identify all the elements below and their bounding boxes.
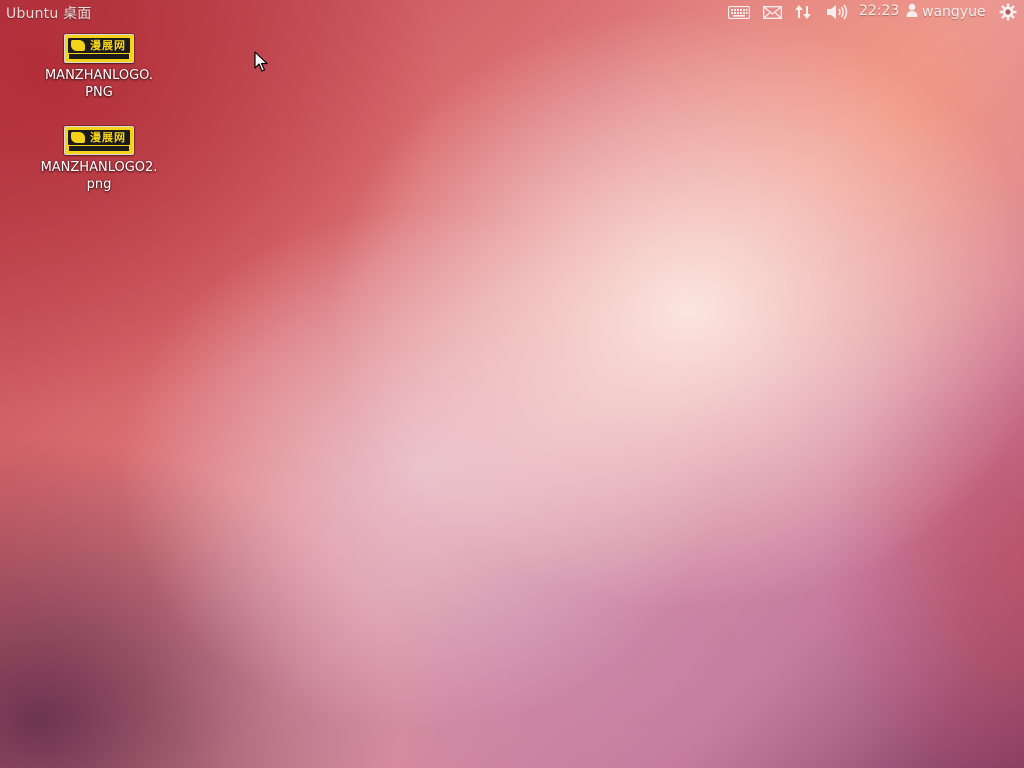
clock[interactable]: 22:23 — [859, 3, 899, 19]
keyboard-icon[interactable] — [727, 2, 751, 22]
desktop-background[interactable]: Ubuntu 桌面 22:23 wangyue 漫展网 MANZHANLOGO.… — [0, 0, 1024, 768]
image-thumbnail-icon: 漫展网 — [64, 34, 134, 63]
speaker-icon[interactable] — [825, 2, 849, 22]
top-panel: Ubuntu 桌面 22:23 wangyue — [0, 0, 1024, 24]
image-thumbnail-icon: 漫展网 — [64, 126, 134, 155]
desktop-icon-manzhanlogo-png[interactable]: 漫展网 MANZHANLOGO. PNG — [31, 34, 167, 101]
app-title[interactable]: Ubuntu 桌面 — [6, 3, 92, 23]
user-name: wangyue — [922, 4, 986, 20]
gear-icon[interactable] — [998, 2, 1018, 22]
user-menu[interactable]: wangyue — [906, 2, 986, 22]
user-icon — [906, 3, 918, 21]
network-arrows-icon[interactable] — [793, 2, 813, 22]
desktop-icon-label: MANZHANLOGO2. png — [40, 160, 158, 192]
desktop-icon-manzhanlogo2-png[interactable]: 漫展网 MANZHANLOGO2. png — [31, 126, 167, 193]
desktop-icon-label: MANZHANLOGO. PNG — [44, 68, 154, 100]
envelope-icon[interactable] — [761, 2, 783, 22]
mouse-pointer-icon — [254, 51, 268, 77]
